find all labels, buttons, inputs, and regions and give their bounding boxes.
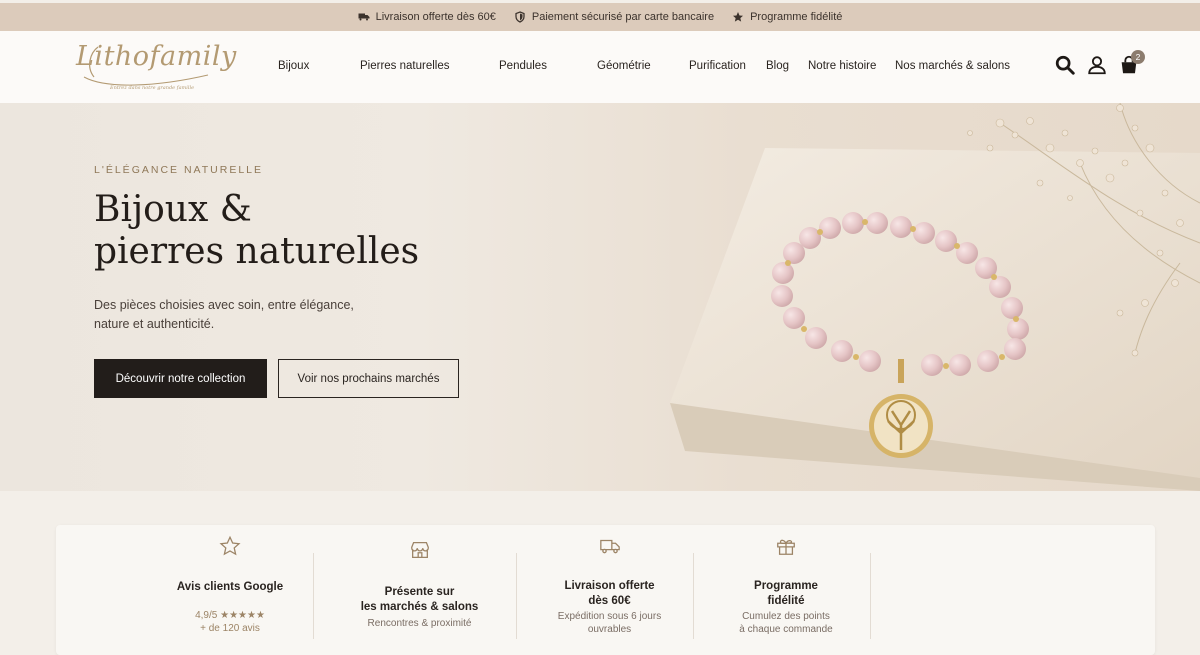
- hero-bracelet-image: [670, 103, 1200, 491]
- nav-item-geometrie[interactable]: Géométrie: [597, 60, 651, 72]
- star-icon: [219, 535, 241, 556]
- perk-label: Livraison offerte dès 60€: [375, 11, 496, 23]
- star-icon: [733, 12, 744, 22]
- feature-subtitle-2: ouvrables: [587, 624, 632, 635]
- feature-subtitle: Rencontres & proximité: [367, 618, 472, 629]
- nav-item-pendules[interactable]: Pendules: [499, 60, 547, 72]
- feature-subtitle-2: à chaque commande: [739, 624, 833, 635]
- feature-title: Présente sur: [384, 586, 455, 598]
- logo-tagline: Entrez dans notre grande famille: [110, 85, 195, 91]
- perk-delivery: Livraison offerte dès 60€: [358, 11, 496, 23]
- brand-logo[interactable]: Lithofamily Entrez dans notre grande fam…: [76, 37, 236, 97]
- promo-bar: Livraison offerte dès 60€ Paiement sécur…: [0, 3, 1200, 31]
- perk-label: Programme fidélité: [750, 11, 843, 23]
- feature-title-2: dès 60€: [588, 595, 631, 607]
- perk-loyalty: Programme fidélité: [732, 11, 842, 23]
- nav-item-pierres-naturelles[interactable]: Pierres naturelles: [360, 60, 449, 72]
- account-icon[interactable]: [1086, 54, 1108, 76]
- truck-icon: [358, 13, 370, 21]
- store-icon: [410, 542, 429, 558]
- perk-payment: Paiement sécurisé par carte bancaire: [514, 11, 714, 23]
- hero-title-line1: Bijoux &: [94, 189, 252, 230]
- features-strip: Avis clients Google 4,9/5 ★★★★★ + de 120…: [56, 525, 1155, 655]
- feature-subtitle: Cumulez des points: [742, 611, 830, 622]
- truck-icon: [599, 539, 620, 554]
- nav-item-marches-salons[interactable]: Nos marchés & salons: [895, 60, 1010, 72]
- logo-wordmark: Lithofamily: [76, 41, 237, 72]
- site-header: Lithofamily Entrez dans notre grande fam…: [0, 31, 1200, 103]
- feature-title: Avis clients Google: [176, 581, 284, 593]
- feature-google-reviews: Avis clients Google 4,9/5 ★★★★★ + de 120…: [146, 525, 314, 639]
- feature-title-2: les marchés & salons: [360, 601, 479, 613]
- see-markets-button[interactable]: Voir nos prochains marchés: [278, 359, 459, 398]
- discover-collection-button[interactable]: Découvrir notre collection: [94, 359, 267, 398]
- perk-label: Paiement sécurisé par carte bancaire: [531, 11, 715, 23]
- hero-banner: L'ÉLÉGANCE NATURELLE Bijoux & pierres na…: [0, 103, 1200, 491]
- hero-lead: Des pièces choisies avec soin, entre élé…: [94, 298, 354, 331]
- divider: [870, 553, 871, 639]
- nav-item-blog[interactable]: Blog: [766, 60, 789, 72]
- nav-item-bijoux[interactable]: Bijoux: [278, 60, 309, 72]
- feature-rating: 4,9/5 ★★★★★: [195, 610, 265, 621]
- nav-item-notre-histoire[interactable]: Notre histoire: [808, 60, 876, 72]
- cart-count-badge: 2: [1131, 50, 1145, 64]
- gift-icon: [777, 539, 795, 555]
- shield-icon: [515, 11, 525, 23]
- feature-review-count: + de 120 avis: [200, 623, 260, 634]
- search-icon[interactable]: [1054, 54, 1076, 76]
- divider: [313, 553, 314, 639]
- feature-loyalty: Programme fidélité Cumulez des points à …: [704, 525, 868, 639]
- feature-subtitle: Expédition sous 6 jours: [557, 611, 662, 622]
- nav-item-purification[interactable]: Purification: [689, 60, 746, 72]
- hero-title-line2: pierres naturelles: [94, 231, 420, 272]
- feature-markets: Présente sur les marchés & salons Rencon…: [336, 525, 503, 639]
- hero-title: Bijoux & pierres naturelles: [94, 189, 419, 273]
- feature-free-delivery: Livraison offerte dès 60€ Expédition sou…: [528, 525, 691, 639]
- feature-title-2: fidélité: [767, 595, 805, 607]
- divider: [693, 553, 694, 639]
- feature-title: Livraison offerte: [564, 580, 655, 592]
- divider: [516, 553, 517, 639]
- feature-title: Programme: [754, 580, 818, 592]
- hero-eyebrow: L'ÉLÉGANCE NATURELLE: [94, 164, 264, 176]
